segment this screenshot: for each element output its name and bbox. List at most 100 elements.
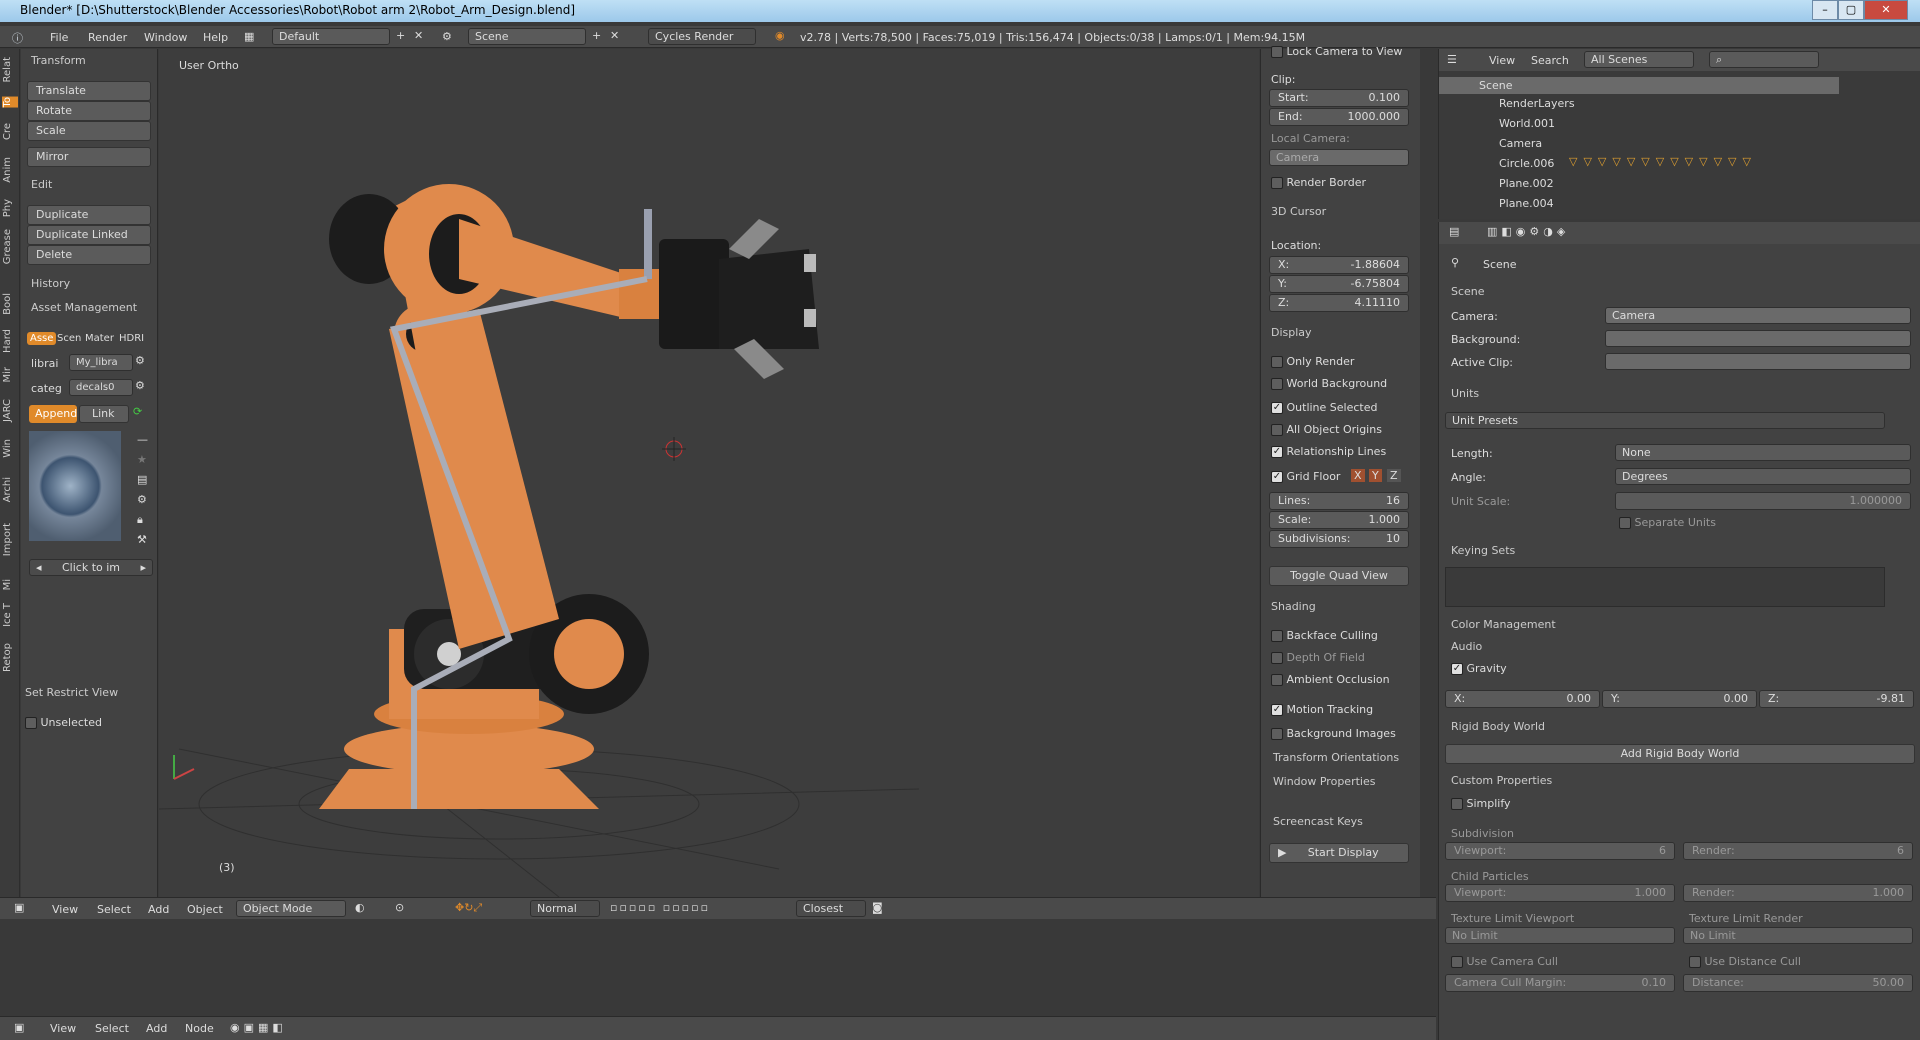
unit-presets-select[interactable]: Unit Presets xyxy=(1445,412,1885,429)
tab-ice-tools[interactable]: Ice T xyxy=(2,603,18,627)
append-button[interactable]: Append xyxy=(29,405,77,423)
ao-checkbox[interactable]: Ambient Occlusion xyxy=(1271,673,1390,686)
tab-grease[interactable]: Grease xyxy=(2,229,18,264)
gravity-x-field[interactable]: X: 0.00 xyxy=(1445,690,1600,708)
wrench-icon[interactable]: ⚒ xyxy=(137,533,147,546)
pivot-icon[interactable]: ⊙ xyxy=(395,901,404,914)
local-camera-field[interactable]: Camera xyxy=(1269,149,1409,166)
render-preview-icon[interactable]: ◙ xyxy=(872,901,883,914)
layout-icon[interactable]: ▦ xyxy=(244,30,254,43)
tab-tools[interactable]: To xyxy=(2,97,18,108)
3d-viewport[interactable]: User Ortho (3) xyxy=(159,49,1259,897)
tab-jarc[interactable]: JARC xyxy=(2,399,18,422)
unit-scale-field[interactable]: 1.000000 xyxy=(1615,492,1911,510)
tab-physics[interactable]: Phy xyxy=(2,199,18,217)
link-button[interactable]: Link xyxy=(79,405,129,423)
node-menu-node[interactable]: Node xyxy=(185,1022,214,1035)
add-rigid-body-world-button[interactable]: Add Rigid Body World xyxy=(1445,744,1915,764)
edit-header[interactable]: Edit xyxy=(31,178,52,191)
tab-scene[interactable]: Scen xyxy=(57,333,81,344)
timeline-area[interactable] xyxy=(0,920,1436,1015)
prev-arrow-icon[interactable]: ◂ xyxy=(36,561,42,575)
tab-bool[interactable]: Bool xyxy=(2,293,18,315)
background-images-panel[interactable]: Background Images xyxy=(1271,727,1396,740)
motion-tracking-panel[interactable]: Motion Tracking xyxy=(1271,703,1373,716)
menu-add[interactable]: Add xyxy=(148,903,169,916)
scene-select[interactable]: Scene xyxy=(468,28,586,45)
lock-icon[interactable]: 🔒︎ xyxy=(137,513,143,527)
transform-orientation-select[interactable]: Normal xyxy=(530,900,600,917)
render-border-checkbox[interactable]: Render Border xyxy=(1271,176,1366,189)
tab-hard[interactable]: Hard xyxy=(2,329,18,353)
use-distance-cull-checkbox[interactable]: Use Distance Cull xyxy=(1689,955,1801,968)
library-select[interactable]: My_libra xyxy=(69,354,133,371)
outliner-row-scene[interactable]: Scene xyxy=(1439,77,1839,94)
gravity-panel[interactable]: Gravity xyxy=(1451,662,1507,675)
world-background-checkbox[interactable]: World Background xyxy=(1271,377,1387,390)
keying-sets-header[interactable]: Keying Sets xyxy=(1451,544,1515,557)
node-menu-select[interactable]: Select xyxy=(95,1022,129,1035)
axis-x-toggle[interactable]: X xyxy=(1351,469,1365,482)
tab-mir[interactable]: Mir xyxy=(2,367,18,383)
shading-header[interactable]: Shading xyxy=(1271,600,1316,613)
manipulator-icons[interactable]: ✥↻⤢ xyxy=(455,901,482,915)
node-menu-view[interactable]: View xyxy=(50,1022,76,1035)
outliner-row-renderlayers[interactable]: RenderLayers xyxy=(1499,97,1575,110)
rigid-body-world-header[interactable]: Rigid Body World xyxy=(1451,720,1545,733)
menu-view[interactable]: View xyxy=(52,903,78,916)
minimize-button[interactable]: – xyxy=(1812,0,1838,20)
grid-lines-field[interactable]: Lines: 16 xyxy=(1269,492,1409,510)
audio-header[interactable]: Audio xyxy=(1451,640,1482,653)
unselected-checkbox[interactable]: Unselected xyxy=(25,716,102,729)
custom-properties-header[interactable]: Custom Properties xyxy=(1451,774,1552,787)
remove-layout-icon[interactable]: ✕ xyxy=(414,29,423,42)
cursor-z-field[interactable]: Z: 4.11110 xyxy=(1269,294,1409,312)
only-render-checkbox[interactable]: Only Render xyxy=(1271,355,1354,368)
subdiv-render-field[interactable]: Render: 6 xyxy=(1683,842,1913,860)
cp-viewport-field[interactable]: Viewport: 1.000 xyxy=(1445,884,1675,902)
rotate-button[interactable]: Rotate xyxy=(27,101,151,121)
tab-mi[interactable]: Mi xyxy=(2,579,18,590)
outliner-filter-select[interactable]: All Scenes xyxy=(1584,51,1694,68)
outline-selected-checkbox[interactable]: Outline Selected xyxy=(1271,401,1377,414)
gear-icon[interactable]: ⚙ xyxy=(137,493,147,506)
menu-object[interactable]: Object xyxy=(187,903,223,916)
next-arrow-icon[interactable]: ▸ xyxy=(140,561,146,575)
cp-render-field[interactable]: Render: 1.000 xyxy=(1683,884,1913,902)
menu-render[interactable]: Render xyxy=(88,31,127,44)
translate-button[interactable]: Translate xyxy=(27,81,151,101)
transform-header[interactable]: Transform xyxy=(31,54,86,67)
node-tree-type-icons[interactable]: ◉▣▦◧ xyxy=(230,1021,287,1034)
tab-material[interactable]: Mater xyxy=(85,333,114,344)
lock-camera-checkbox[interactable]: Lock Camera to View xyxy=(1271,45,1402,58)
axis-z-toggle[interactable]: Z xyxy=(1387,469,1401,482)
3d-cursor-header[interactable]: 3D Cursor xyxy=(1271,205,1326,218)
active-clip-field[interactable] xyxy=(1605,353,1911,370)
color-management-header[interactable]: Color Management xyxy=(1451,618,1556,631)
pin-icon[interactable]: ⚲ xyxy=(1451,256,1459,269)
separate-units-checkbox[interactable]: Separate Units xyxy=(1619,516,1716,529)
add-layout-icon[interactable]: + xyxy=(396,29,405,42)
axis-y-toggle[interactable]: Y xyxy=(1369,469,1382,482)
simplify-panel[interactable]: Simplify xyxy=(1451,797,1511,810)
mirror-button[interactable]: Mirror xyxy=(27,147,151,167)
tab-import[interactable]: Import xyxy=(2,523,18,556)
cursor-y-field[interactable]: Y: -6.75804 xyxy=(1269,275,1409,293)
minus-icon[interactable]: — xyxy=(137,433,148,446)
length-select[interactable]: None xyxy=(1615,444,1911,461)
gravity-y-field[interactable]: Y: 0.00 xyxy=(1602,690,1757,708)
grid-scale-field[interactable]: Scale: 1.000 xyxy=(1269,511,1409,529)
click-to-import-label[interactable]: Click to im xyxy=(62,561,120,574)
maximize-button[interactable]: ▢ xyxy=(1838,0,1864,20)
backface-culling-checkbox[interactable]: Backface Culling xyxy=(1271,629,1378,642)
history-header[interactable]: History xyxy=(31,277,70,290)
category-settings-icon[interactable]: ⚙ xyxy=(135,379,145,392)
menu-select[interactable]: Select xyxy=(97,903,131,916)
grid-subdiv-field[interactable]: Subdivisions: 10 xyxy=(1269,530,1409,548)
layer-buttons[interactable]: ▫▫▫▫▫ ▫▫▫▫▫ xyxy=(610,901,710,914)
snap-target-select[interactable]: Closest xyxy=(796,900,866,917)
properties-editor-icon[interactable]: ▤ xyxy=(1449,225,1459,238)
toggle-quad-view-button[interactable]: Toggle Quad View xyxy=(1269,566,1409,586)
tab-asset[interactable]: Asse xyxy=(27,332,57,345)
node-editor-type-icon[interactable]: ▣ xyxy=(14,1021,24,1034)
